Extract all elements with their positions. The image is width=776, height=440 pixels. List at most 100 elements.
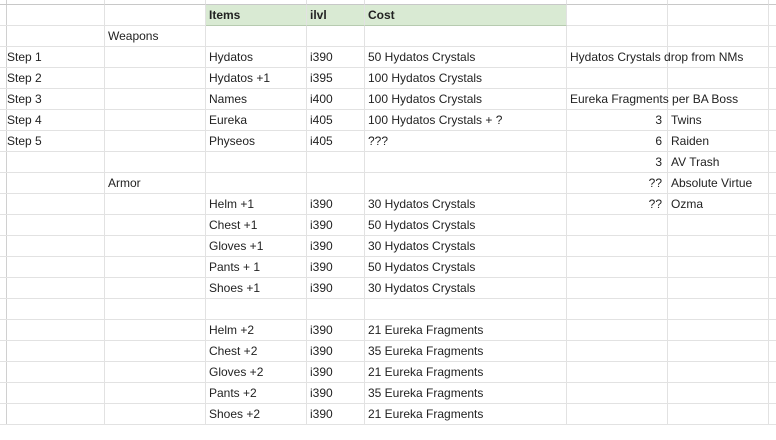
cell-r13-c3[interactable]: i390 bbox=[307, 278, 365, 299]
cell-r5-c2[interactable]: Eureka bbox=[206, 110, 307, 131]
cell-r3-c0[interactable]: Step 2 bbox=[4, 68, 105, 89]
cell-r7-c2[interactable] bbox=[206, 152, 307, 173]
cell-r9-c1[interactable] bbox=[105, 194, 206, 215]
cell-r11-c4[interactable]: 30 Hydatos Crystals bbox=[365, 236, 567, 257]
cell-r17-c5[interactable] bbox=[567, 362, 668, 383]
cell-r13-c1[interactable] bbox=[105, 278, 206, 299]
cell-r15-c2[interactable]: Helm +2 bbox=[206, 320, 307, 341]
cell-r4-c0[interactable]: Step 3 bbox=[4, 89, 105, 110]
cell-r12-c2[interactable]: Pants + 1 bbox=[206, 257, 307, 278]
cell-r5-c0[interactable]: Step 4 bbox=[4, 110, 105, 131]
cell-r3-c3[interactable]: i395 bbox=[307, 68, 365, 89]
cell-r12-c5[interactable] bbox=[567, 257, 668, 278]
cell-r0-c5[interactable] bbox=[567, 5, 668, 26]
cell-r7-c5[interactable]: 3 bbox=[567, 152, 668, 173]
cell-r13-c4[interactable]: 30 Hydatos Crystals bbox=[365, 278, 567, 299]
cell-r4-c1[interactable] bbox=[105, 89, 206, 110]
cell-r4-c4[interactable]: 100 Hydatos Crystals bbox=[365, 89, 567, 110]
cell-r0-c3[interactable]: ilvl bbox=[307, 5, 365, 26]
cell-r10-c0[interactable] bbox=[4, 215, 105, 236]
cell-r19-c4[interactable]: 21 Eureka Fragments bbox=[365, 404, 567, 425]
cell-r1-c5[interactable] bbox=[567, 26, 668, 47]
cell-r11-c6[interactable] bbox=[668, 236, 769, 257]
cell-r15-c5[interactable] bbox=[567, 320, 668, 341]
cell-r17-c6[interactable] bbox=[668, 362, 769, 383]
cell-r2-c2[interactable]: Hydatos bbox=[206, 47, 307, 68]
cell-r19-c3[interactable]: i390 bbox=[307, 404, 365, 425]
cell-r12-c4[interactable]: 50 Hydatos Crystals bbox=[365, 257, 567, 278]
cell-r5-c5[interactable]: 3 bbox=[567, 110, 668, 131]
cell-r19-c1[interactable] bbox=[105, 404, 206, 425]
cell-r6-c4[interactable]: ??? bbox=[365, 131, 567, 152]
cell-r18-c0[interactable] bbox=[4, 383, 105, 404]
cell-r12-c0[interactable] bbox=[4, 257, 105, 278]
cell-r2-c1[interactable] bbox=[105, 47, 206, 68]
cell-r14-c2[interactable] bbox=[206, 299, 307, 320]
cell-r15-c0[interactable] bbox=[4, 320, 105, 341]
cell-r0-c1[interactable] bbox=[105, 5, 206, 26]
cell-r18-c4[interactable]: 35 Eureka Fragments bbox=[365, 383, 567, 404]
cell-r18-c1[interactable] bbox=[105, 383, 206, 404]
cell-r2-c0[interactable]: Step 1 bbox=[4, 47, 105, 68]
cell-r7-c6[interactable]: AV Trash bbox=[668, 152, 769, 173]
cell-r14-c1[interactable] bbox=[105, 299, 206, 320]
cell-r1-c6[interactable] bbox=[668, 26, 769, 47]
cell-r2-c5[interactable]: Hydatos Crystals drop from NMs bbox=[567, 47, 743, 68]
cell-r7-c3[interactable] bbox=[307, 152, 365, 173]
cell-r10-c1[interactable] bbox=[105, 215, 206, 236]
cell-r3-c2[interactable]: Hydatos +1 bbox=[206, 68, 307, 89]
cell-r13-c2[interactable]: Shoes +1 bbox=[206, 278, 307, 299]
cell-r11-c2[interactable]: Gloves +1 bbox=[206, 236, 307, 257]
cell-r0-c0[interactable] bbox=[4, 5, 105, 26]
cell-r1-c0[interactable] bbox=[4, 26, 105, 47]
cell-r2-c4[interactable]: 50 Hydatos Crystals bbox=[365, 47, 567, 68]
cell-r4-c2[interactable]: Names bbox=[206, 89, 307, 110]
cell-r11-c5[interactable] bbox=[567, 236, 668, 257]
cell-r16-c5[interactable] bbox=[567, 341, 668, 362]
cell-r6-c1[interactable] bbox=[105, 131, 206, 152]
cell-r10-c3[interactable]: i390 bbox=[307, 215, 365, 236]
cell-r10-c2[interactable]: Chest +1 bbox=[206, 215, 307, 236]
cell-r14-c5[interactable] bbox=[567, 299, 668, 320]
cell-r15-c4[interactable]: 21 Eureka Fragments bbox=[365, 320, 567, 341]
cell-r1-c2[interactable] bbox=[206, 26, 307, 47]
cell-r17-c3[interactable]: i390 bbox=[307, 362, 365, 383]
cell-r15-c3[interactable]: i390 bbox=[307, 320, 365, 341]
cell-r19-c0[interactable] bbox=[4, 404, 105, 425]
cell-r9-c4[interactable]: 30 Hydatos Crystals bbox=[365, 194, 567, 215]
cell-r13-c5[interactable] bbox=[567, 278, 668, 299]
cell-r12-c1[interactable] bbox=[105, 257, 206, 278]
cell-r6-c5[interactable]: 6 bbox=[567, 131, 668, 152]
cell-r1-c1[interactable]: Weapons bbox=[105, 26, 206, 47]
cell-r9-c6[interactable]: Ozma bbox=[668, 194, 769, 215]
cell-r2-c6[interactable] bbox=[668, 47, 769, 68]
cell-r13-c0[interactable] bbox=[4, 278, 105, 299]
cell-r9-c0[interactable] bbox=[4, 194, 105, 215]
cell-r9-c3[interactable]: i390 bbox=[307, 194, 365, 215]
cell-r10-c4[interactable]: 50 Hydatos Crystals bbox=[365, 215, 567, 236]
cell-r2-c3[interactable]: i390 bbox=[307, 47, 365, 68]
cell-r1-c3[interactable] bbox=[307, 26, 365, 47]
cell-r7-c4[interactable] bbox=[365, 152, 567, 173]
cell-r17-c2[interactable]: Gloves +2 bbox=[206, 362, 307, 383]
cell-r5-c4[interactable]: 100 Hydatos Crystals + ? bbox=[365, 110, 567, 131]
cell-r17-c0[interactable] bbox=[4, 362, 105, 383]
cell-r4-c5[interactable]: Eureka Fragments per BA Boss bbox=[567, 89, 738, 110]
cell-r16-c1[interactable] bbox=[105, 341, 206, 362]
cell-r8-c1[interactable]: Armor bbox=[105, 173, 206, 194]
cell-r17-c4[interactable]: 21 Eureka Fragments bbox=[365, 362, 567, 383]
cell-r11-c0[interactable] bbox=[4, 236, 105, 257]
cell-r18-c6[interactable] bbox=[668, 383, 769, 404]
cell-r7-c0[interactable] bbox=[4, 152, 105, 173]
cell-r0-c2[interactable]: Items bbox=[206, 5, 307, 26]
cell-r6-c3[interactable]: i405 bbox=[307, 131, 365, 152]
cell-r14-c3[interactable] bbox=[307, 299, 365, 320]
cell-r12-c6[interactable] bbox=[668, 257, 769, 278]
cell-r16-c2[interactable]: Chest +2 bbox=[206, 341, 307, 362]
cell-r7-c1[interactable] bbox=[105, 152, 206, 173]
cell-r6-c2[interactable]: Physeos bbox=[206, 131, 307, 152]
cell-r16-c0[interactable] bbox=[4, 341, 105, 362]
cell-r3-c1[interactable] bbox=[105, 68, 206, 89]
cell-r8-c3[interactable] bbox=[307, 173, 365, 194]
cell-r6-c0[interactable]: Step 5 bbox=[4, 131, 105, 152]
